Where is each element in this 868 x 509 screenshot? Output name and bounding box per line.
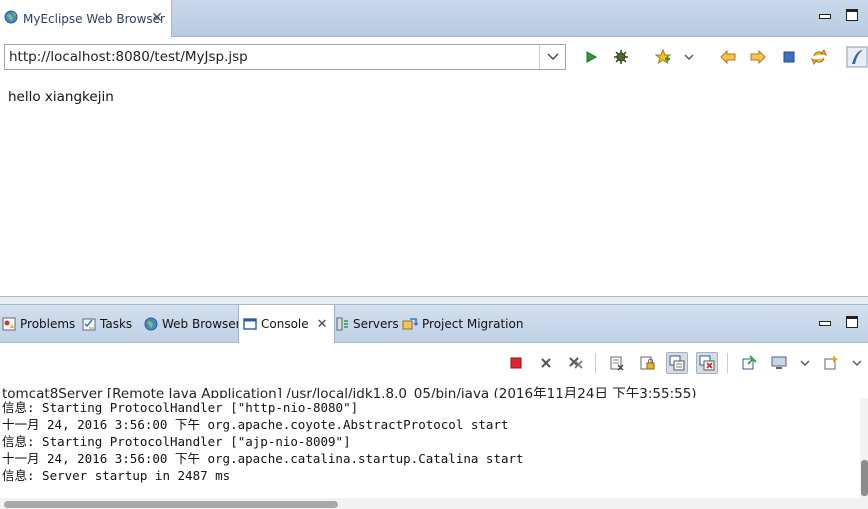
maximize-icon[interactable] xyxy=(846,9,858,21)
console-toolbar xyxy=(0,343,868,381)
toolbar-separator xyxy=(595,353,596,373)
tab-label: Project Migration xyxy=(422,317,524,331)
chevron-down-icon xyxy=(852,360,862,366)
globe-icon xyxy=(144,317,158,331)
tab-project-migration[interactable]: Project Migration xyxy=(402,305,523,343)
show-on-stderr-button[interactable] xyxy=(696,352,718,374)
favorites-dropdown[interactable] xyxy=(679,47,699,67)
debug-gear-icon xyxy=(614,50,628,64)
go-button[interactable] xyxy=(581,47,601,67)
go-play-icon xyxy=(586,51,598,63)
tab-label: Console xyxy=(261,317,309,331)
tab-tasks[interactable]: Tasks xyxy=(82,305,132,343)
forward-button[interactable] xyxy=(748,47,768,67)
tab-label: Servers xyxy=(353,317,399,331)
toolbar-separator xyxy=(727,353,728,373)
stdout-icon xyxy=(669,355,685,371)
tab-web-browser[interactable]: MyEclipse Web Browser ✕ xyxy=(0,0,172,37)
vertical-scrollbar[interactable] xyxy=(860,398,868,498)
tab-console[interactable]: Console ✕ xyxy=(238,305,335,343)
stop-button[interactable] xyxy=(779,47,799,67)
scroll-lock-button[interactable] xyxy=(636,352,658,374)
logo-icon xyxy=(846,46,868,68)
remove-all-icon xyxy=(569,357,583,369)
minimize-icon[interactable] xyxy=(818,9,831,21)
pin-console-button[interactable] xyxy=(738,352,760,374)
problems-icon xyxy=(2,317,16,331)
refresh-button[interactable] xyxy=(809,47,829,67)
pin-icon xyxy=(742,355,757,370)
tasks-icon xyxy=(82,318,96,331)
vertical-scroll-thumb[interactable] xyxy=(861,460,868,496)
remove-icon xyxy=(541,358,551,368)
monitor-icon xyxy=(771,356,787,369)
back-button[interactable] xyxy=(718,47,738,67)
horizontal-scroll-thumb[interactable] xyxy=(4,501,338,508)
url-history-dropdown[interactable] xyxy=(539,45,565,69)
terminate-icon xyxy=(510,357,522,369)
clear-console-icon xyxy=(610,356,624,371)
chevron-down-icon xyxy=(800,360,810,366)
open-console-dropdown[interactable] xyxy=(846,352,868,374)
window-controls xyxy=(818,9,858,21)
open-console-button[interactable] xyxy=(820,352,842,374)
maximize-icon[interactable] xyxy=(846,316,858,328)
editor-tab-bar: MyEclipse Web Browser ✕ xyxy=(0,0,868,37)
pane-splitter[interactable] xyxy=(0,296,868,305)
display-console-button[interactable] xyxy=(768,352,790,374)
stderr-icon xyxy=(699,355,715,371)
scroll-lock-icon xyxy=(640,356,655,370)
remove-all-button[interactable] xyxy=(565,352,587,374)
favorites-button[interactable] xyxy=(653,47,673,67)
view-window-controls xyxy=(818,316,858,328)
close-icon[interactable]: ✕ xyxy=(317,317,328,332)
servers-icon xyxy=(336,317,348,331)
tab-label: Problems xyxy=(20,317,76,331)
browser-toolbar: http://localhost:8080/test/MyJsp.jsp xyxy=(0,37,868,81)
url-input[interactable]: http://localhost:8080/test/MyJsp.jsp xyxy=(4,44,566,70)
tab-title: MyEclipse Web Browser xyxy=(23,11,165,26)
close-icon[interactable]: ✕ xyxy=(151,11,163,25)
browser-content: hello xiangkejin xyxy=(0,81,868,296)
chevron-down-icon xyxy=(547,53,558,60)
migration-icon xyxy=(402,318,418,330)
back-arrow-icon xyxy=(720,50,736,64)
display-console-dropdown[interactable] xyxy=(794,352,816,374)
console-icon xyxy=(243,318,257,330)
tab-label: Tasks xyxy=(100,317,133,331)
chevron-down-icon xyxy=(684,54,694,60)
favorite-star-icon xyxy=(655,49,671,65)
tab-servers[interactable]: Servers xyxy=(335,305,399,343)
forward-arrow-icon xyxy=(750,50,766,64)
stop-square-icon xyxy=(783,51,795,63)
console-line: 信息: Server startup in 2487 ms xyxy=(2,468,231,483)
browser-logo xyxy=(846,46,868,68)
views-tab-bar: Problems Tasks Web Browser Console ✕ Ser… xyxy=(0,305,868,343)
console-output[interactable]: 信息: Starting ProtocolHandler ["http-nio-… xyxy=(0,398,860,498)
debug-button[interactable] xyxy=(611,47,631,67)
refresh-icon xyxy=(811,49,827,65)
globe-icon xyxy=(4,10,18,27)
remove-launch-button[interactable] xyxy=(535,352,557,374)
show-on-stdout-button[interactable] xyxy=(666,352,688,374)
minimize-icon[interactable] xyxy=(818,316,831,328)
tab-web-browser-view[interactable]: Web Browser xyxy=(144,305,241,343)
page-content-text: hello xiangkejin xyxy=(8,89,114,105)
terminate-button[interactable] xyxy=(505,352,527,374)
horizontal-scrollbar[interactable] xyxy=(0,498,868,509)
tab-label: Web Browser xyxy=(162,317,241,331)
url-text: http://localhost:8080/test/MyJsp.jsp xyxy=(9,49,248,65)
clear-console-button[interactable] xyxy=(606,352,628,374)
tab-problems[interactable]: Problems xyxy=(2,305,75,343)
new-console-icon xyxy=(824,356,837,370)
